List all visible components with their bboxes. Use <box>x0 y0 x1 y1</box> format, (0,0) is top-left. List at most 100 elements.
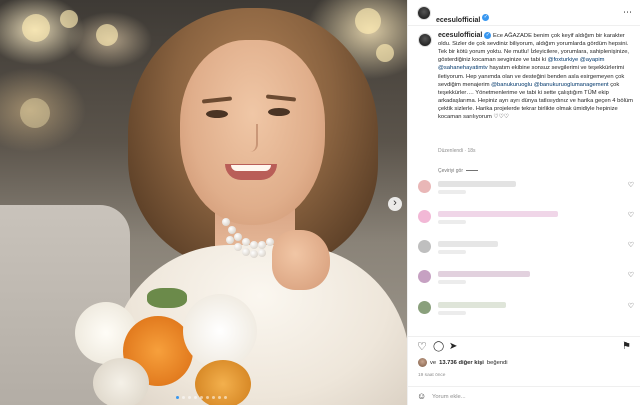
carousel-dot <box>188 396 191 399</box>
comment-input[interactable] <box>432 392 592 401</box>
pearl <box>226 236 234 244</box>
post-photo[interactable]: › <box>0 0 407 405</box>
comment-like-icon[interactable]: ♡ <box>628 271 634 279</box>
verified-badge-icon: ✓ <box>482 14 490 22</box>
bokeh-light <box>376 44 394 62</box>
liker-avatar <box>418 358 427 367</box>
brow <box>201 96 233 104</box>
post-header: ecesulofficial ✓ ⋯ <box>408 0 640 26</box>
face <box>180 40 325 225</box>
edited-label: Düzenlendi <box>438 148 464 154</box>
comment-like-icon[interactable]: ♡ <box>628 181 634 189</box>
caption-username[interactable]: ecesulofficial <box>438 32 482 39</box>
commenter-avatar[interactable] <box>418 240 431 253</box>
mouth <box>225 164 277 180</box>
carousel-dots <box>176 396 227 399</box>
bokeh-light <box>20 98 50 128</box>
comment-item[interactable]: ♡ <box>418 238 634 260</box>
commenter-avatar[interactable] <box>418 270 431 283</box>
post-side-panel: ecesulofficial ✓ ⋯ ecesulofficial ✓ Ece AĞ… <box>407 0 640 405</box>
author-username[interactable]: ecesulofficial <box>436 17 480 24</box>
pearl <box>250 241 258 249</box>
nose <box>246 124 258 152</box>
hand <box>272 230 330 290</box>
post-caption: ecesulofficial ✓ Ece AĞAZADE benim çok ke… <box>438 32 634 121</box>
mention-link[interactable]: @banukuruoglu <box>491 82 532 88</box>
next-image-button[interactable]: › <box>388 197 402 211</box>
comment-text-blurred <box>438 211 558 217</box>
eye <box>268 108 290 116</box>
action-bar: ♡ ◯ ➤ ⚑ <box>408 336 640 356</box>
carousel-dot <box>224 396 227 399</box>
comment-meta-blurred <box>438 311 466 315</box>
comment-text-blurred <box>438 271 530 277</box>
caption-avatar[interactable] <box>418 33 432 47</box>
save-icon[interactable]: ⚑ <box>622 341 631 353</box>
flower-bouquet <box>75 288 275 405</box>
post-meta: Düzenlendi · 18s <box>438 148 476 154</box>
comment-text-blurred <box>438 181 516 187</box>
mention-link[interactable]: @foxturkiye <box>548 57 579 63</box>
comment-item[interactable]: ♡ <box>418 178 634 200</box>
pearl <box>258 249 266 257</box>
bokeh-light <box>96 24 118 46</box>
emoji-icon[interactable]: ☺ <box>417 391 426 401</box>
bokeh-light <box>60 10 78 28</box>
carousel-dot <box>194 396 197 399</box>
comment-item[interactable]: ♡ <box>418 208 634 230</box>
see-translation-link[interactable]: Çeviriyi gör <box>438 168 479 174</box>
commenter-avatar[interactable] <box>418 210 431 223</box>
add-comment-bar: ☺ <box>408 386 640 405</box>
commenter-avatar[interactable] <box>418 180 431 193</box>
comment-like-icon[interactable]: ♡ <box>628 211 634 219</box>
pearl <box>234 243 242 251</box>
carousel-dot <box>182 396 185 399</box>
mention-link[interactable]: @banukuruoglumanagement <box>534 82 609 88</box>
meta-separator: · <box>464 148 467 154</box>
mention-link[interactable]: @ayapim <box>580 57 605 63</box>
pearl <box>250 250 258 258</box>
likes-summary[interactable]: ve 13.736 diğer kişi beğendi <box>418 358 508 367</box>
more-options-icon[interactable]: ⋯ <box>623 7 633 18</box>
comment-meta-blurred <box>438 220 466 224</box>
eye <box>206 110 228 118</box>
likes-count[interactable]: 13.736 diğer kişi <box>439 360 484 366</box>
post-timestamp: 19 saat önce <box>418 373 446 378</box>
white-flower <box>183 294 257 368</box>
author-avatar[interactable] <box>417 6 431 20</box>
comment-meta-blurred <box>438 280 466 284</box>
pearl <box>234 233 242 241</box>
pearl <box>242 238 250 246</box>
comment-meta-blurred <box>438 250 466 254</box>
share-icon[interactable]: ➤ <box>449 341 457 353</box>
mention-link[interactable]: @sahanehayatimtv <box>438 65 488 71</box>
bokeh-light <box>355 8 381 34</box>
carousel-dot <box>206 396 209 399</box>
comment-text-blurred <box>438 302 506 308</box>
pearl <box>258 241 266 249</box>
comment-like-icon[interactable]: ♡ <box>628 241 634 249</box>
comment-item[interactable]: ♡ <box>418 268 634 290</box>
comment-meta-blurred <box>438 190 466 194</box>
teeth <box>231 165 271 171</box>
translate-divider <box>466 170 479 172</box>
likes-suffix: beğendi <box>486 359 508 366</box>
comment-like-icon[interactable]: ♡ <box>628 302 634 310</box>
comment-text-blurred <box>438 241 498 247</box>
carousel-dot <box>212 396 215 399</box>
carousel-dot <box>200 396 203 399</box>
comment-item[interactable]: ♡ <box>418 299 634 321</box>
comment-icon[interactable]: ◯ <box>433 341 444 353</box>
commenter-avatar[interactable] <box>418 301 431 314</box>
like-icon[interactable]: ♡ <box>417 341 427 353</box>
carousel-dot <box>218 396 221 399</box>
caption-text: Ece AĞAZADE benim çok keyif aldığım bir … <box>438 33 633 120</box>
post-age: 18s <box>467 148 476 154</box>
pearl <box>222 218 230 226</box>
author-name-row: ecesulofficial ✓ <box>436 9 490 27</box>
pearl <box>242 248 250 256</box>
likes-prefix: ve <box>430 359 437 366</box>
leaf <box>147 288 187 308</box>
brow <box>265 94 297 102</box>
bokeh-light <box>22 14 50 42</box>
